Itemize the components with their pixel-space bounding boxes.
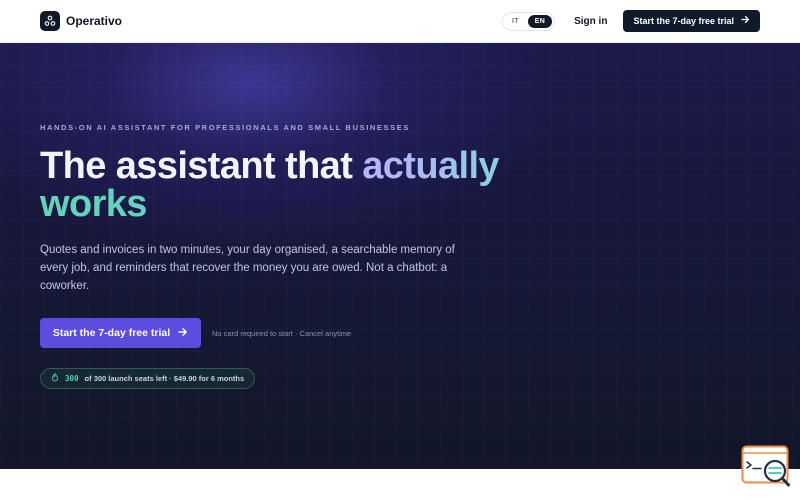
header-trial-button[interactable]: Start the 7-day free trial <box>623 10 760 32</box>
brand[interactable]: Operativo <box>40 11 122 31</box>
page-below-fold <box>0 469 800 500</box>
language-option-en[interactable]: EN <box>527 14 553 28</box>
terminal-search-icon[interactable] <box>741 445 791 490</box>
language-toggle[interactable]: IT EN <box>501 11 556 31</box>
hero-headline: The assistant that actually works <box>40 147 560 223</box>
hero-section: HANDS-ON AI ASSISTANT FOR PROFESSIONALS … <box>0 43 800 469</box>
headline-green: works <box>40 183 147 225</box>
hero-lead: Quotes and invoices in two minutes, your… <box>40 244 455 292</box>
site-header: Operativo IT EN Sign in Start the 7-day … <box>0 0 800 43</box>
triangle-logo-icon <box>40 11 60 31</box>
arrow-right-icon <box>741 15 750 27</box>
seats-text: of 300 launch seats left · $49.90 for 6 … <box>84 374 245 383</box>
headline-main: The assistant that <box>40 145 363 187</box>
brand-name: Operativo <box>66 14 123 28</box>
header-trial-button-label: Start the 7-day free trial <box>633 16 734 26</box>
arrow-right-icon <box>178 327 188 340</box>
primary-trial-button[interactable]: Start the 7-day free trial <box>40 318 201 348</box>
language-option-it[interactable]: IT <box>505 15 526 28</box>
primary-trial-button-label: Start the 7-day free trial <box>52 327 171 339</box>
seats-count: 300 <box>65 374 79 383</box>
cta-note: No card required to start · Cancel anyti… <box>212 329 352 338</box>
sign-in-link[interactable]: Sign in <box>574 16 607 27</box>
launch-seats-badge: 300 of 300 launch seats left · $49.90 fo… <box>40 368 256 389</box>
header-actions: IT EN Sign in Start the 7-day free trial <box>501 10 760 32</box>
flame-icon <box>51 372 59 384</box>
hero-eyebrow: HANDS-ON AI ASSISTANT FOR PROFESSIONALS … <box>40 123 410 132</box>
headline-accent: actually <box>362 145 499 187</box>
